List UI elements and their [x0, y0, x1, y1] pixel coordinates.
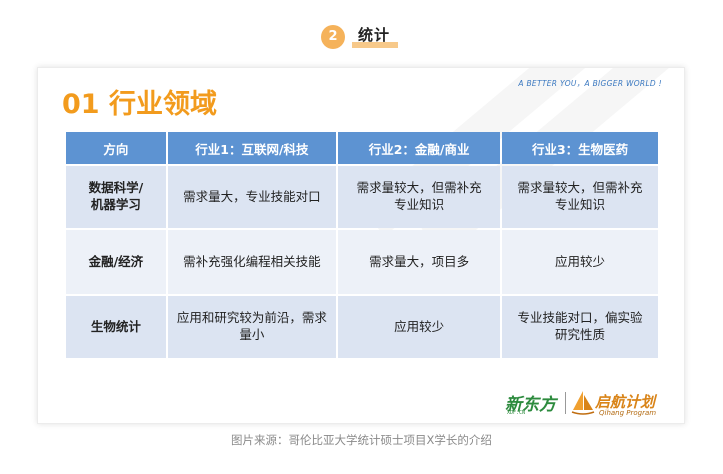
- xdf-domain: XDF.CN: [507, 410, 526, 416]
- section-header: 2 统计: [0, 22, 723, 50]
- slide-title: 01 行业领域: [62, 89, 217, 120]
- table-cell: 专业技能对口，偏实验研究性质: [502, 296, 658, 358]
- slide-image: A BETTER YOU，A BIGGER WORLD ! 01 行业领域 方向…: [37, 67, 685, 424]
- table-cell: 需求量大，专业技能对口: [167, 166, 337, 228]
- step-number-badge: 2: [321, 25, 345, 49]
- table-cell: 需补充强化编程相关技能: [167, 230, 337, 294]
- image-caption: 图片来源：哥伦比亚大学统计硕士项目X学长的介绍: [231, 433, 492, 447]
- section-title: 统计: [358, 26, 391, 44]
- table-row: 金融/经济 需补充强化编程相关技能 需求量大，项目多 应用较少: [66, 230, 658, 294]
- industry-table: 方向 行业1：互联网/科技 行业2：金融/商业 行业3：生物医药 数据科学/机器…: [64, 130, 660, 360]
- brand-logos: 新东方 XDF.CN 启航计划 Qihang Program: [505, 388, 675, 420]
- header-industry-2: 行业2：金融/商业: [338, 132, 501, 164]
- table-header-row: 方向 行业1：互联网/科技 行业2：金融/商业 行业3：生物医药: [66, 132, 658, 164]
- table-cell: 应用和研究较为前沿，需求量小: [167, 296, 337, 358]
- table-cell-text: 应用和研究较为前沿，需求量小: [176, 310, 327, 342]
- header-industry-1: 行业1：互联网/科技: [167, 132, 337, 164]
- table-cell: 需求量较大，但需补充专业知识: [338, 166, 501, 228]
- row-label: 金融/经济: [66, 230, 166, 294]
- table-row: 生物统计 应用和研究较为前沿，需求量小 应用较少 专业技能对口，偏实验研究性质: [66, 296, 658, 358]
- row-label-text: 数据科学/机器学习: [88, 180, 144, 212]
- header-direction: 方向: [66, 132, 166, 164]
- sailboat-icon: [571, 391, 595, 415]
- row-label: 生物统计: [66, 296, 166, 358]
- table-cell: 需求量较大，但需补充专业知识: [502, 166, 658, 228]
- header-industry-3: 行业3：生物医药: [502, 132, 658, 164]
- table-cell-text: 需求量较大，但需补充专业知识: [356, 180, 482, 212]
- table-cell: 应用较少: [338, 296, 501, 358]
- table-cell: 需求量大，项目多: [338, 230, 501, 294]
- qihang-subtitle: Qihang Program: [599, 409, 657, 417]
- slogan-text: A BETTER YOU，A BIGGER WORLD !: [518, 79, 662, 88]
- table-cell-text: 专业技能对口，偏实验研究性质: [517, 310, 643, 342]
- table-row: 数据科学/机器学习 需求量大，专业技能对口 需求量较大，但需补充专业知识 需求量…: [66, 166, 658, 228]
- table-cell: 应用较少: [502, 230, 658, 294]
- logo-divider: [565, 392, 566, 414]
- table-cell-text: 需求量较大，但需补充专业知识: [517, 180, 643, 212]
- row-label: 数据科学/机器学习: [66, 166, 166, 228]
